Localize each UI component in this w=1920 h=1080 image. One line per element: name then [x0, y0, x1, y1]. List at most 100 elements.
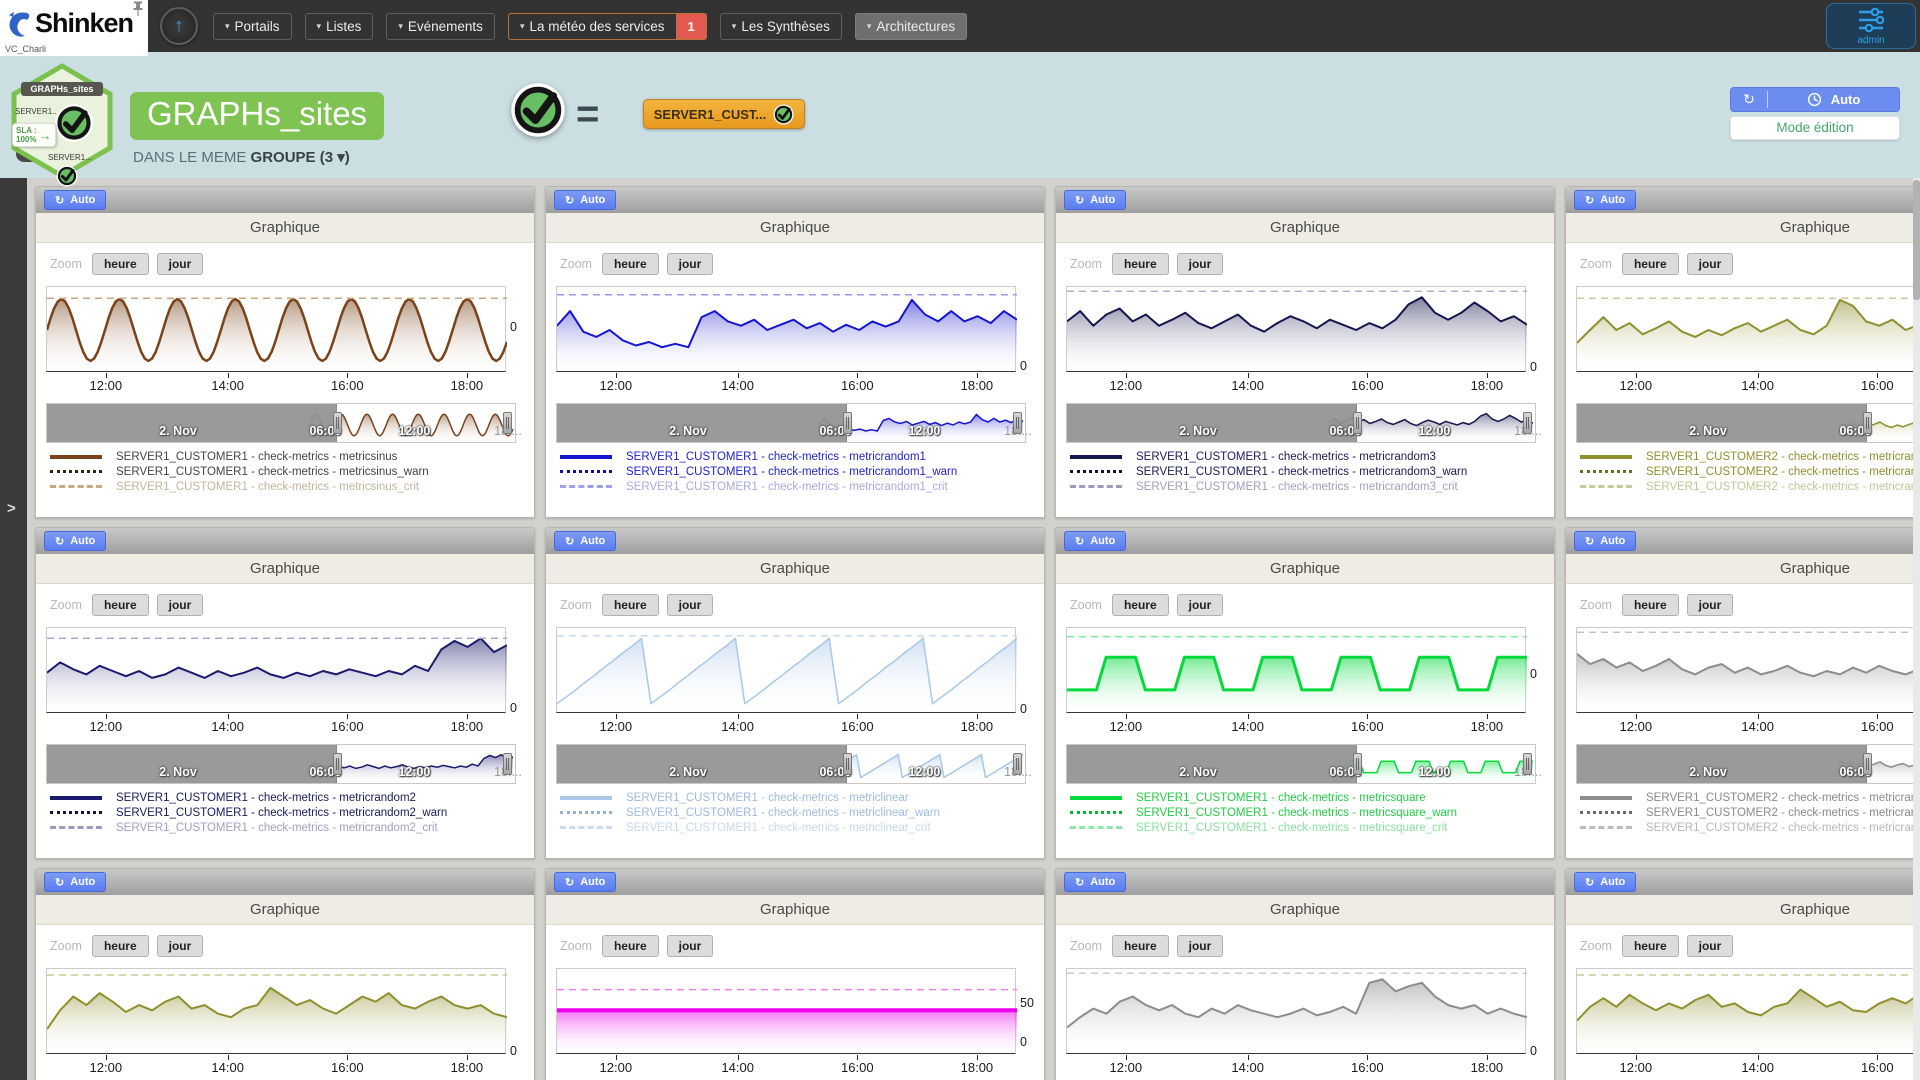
zoom-hour-button[interactable]: heure [1112, 935, 1169, 957]
zoom-day-button[interactable]: jour [157, 935, 204, 957]
zoom-day-button[interactable]: jour [667, 253, 714, 275]
chart-plot-area[interactable] [1066, 627, 1526, 713]
navigator-left-handle[interactable] [1863, 412, 1872, 434]
zoom-hour-button[interactable]: heure [92, 594, 149, 616]
zoom-hour-button[interactable]: heure [602, 935, 659, 957]
edit-mode-button[interactable]: Mode édition [1730, 116, 1900, 140]
panel-auto-refresh-button[interactable]: ↻ Auto [1574, 531, 1636, 551]
group-subtitle[interactable]: DANS LE MEME GROUPE (3 ▾) [133, 148, 350, 166]
navigator-left-handle[interactable] [1353, 753, 1362, 775]
legend-entry[interactable]: SERVER1_CUSTOMER2 - check-metrics - metr… [1580, 449, 1920, 464]
menu-button[interactable]: ▾Architectures [855, 13, 967, 40]
zoom-day-button[interactable]: jour [667, 935, 714, 957]
legend-entry[interactable]: SERVER1_CUSTOMER1 - check-metrics - metr… [1070, 805, 1548, 820]
logo-box[interactable]: Shinken VC_Charli [0, 0, 148, 56]
panel-auto-refresh-button[interactable]: ↻ Auto [1574, 190, 1636, 210]
chart-plot-area[interactable] [1576, 286, 1920, 372]
panel-auto-refresh-button[interactable]: ↻ Auto [1064, 190, 1126, 210]
legend-entry[interactable]: SERVER1_CUSTOMER1 - check-metrics - metr… [1070, 464, 1548, 479]
chart-navigator[interactable]: 2. Nov06:0012:0018:... [1576, 403, 1920, 443]
panel-auto-refresh-button[interactable]: ↻ Auto [44, 872, 106, 892]
chart-navigator[interactable]: 2. Nov06:0012:0018:... [1066, 744, 1536, 784]
zoom-hour-button[interactable]: heure [1622, 594, 1679, 616]
navigator-left-handle[interactable] [333, 412, 342, 434]
chart-plot-area[interactable] [1576, 968, 1920, 1054]
legend-entry[interactable]: SERVER1_CUSTOMER1 - check-metrics - metr… [50, 449, 528, 464]
navigator-left-handle[interactable] [1353, 412, 1362, 434]
legend-entry[interactable]: SERVER1_CUSTOMER2 - check-metrics - metr… [1580, 479, 1920, 494]
legend-entry[interactable]: SERVER1_CUSTOMER1 - check-metrics - metr… [1070, 790, 1548, 805]
chart-navigator[interactable]: 2. Nov06:0012:0018:... [556, 403, 1026, 443]
legend-entry[interactable]: SERVER1_CUSTOMER1 - check-metrics - metr… [50, 820, 528, 835]
chart-plot-area[interactable] [1066, 286, 1526, 372]
legend-entry[interactable]: SERVER1_CUSTOMER1 - check-metrics - metr… [560, 820, 1038, 835]
panel-auto-refresh-button[interactable]: ↻ Auto [554, 872, 616, 892]
zoom-day-button[interactable]: jour [1177, 253, 1224, 275]
auto-refresh-toggle[interactable]: ↻ Auto [1730, 87, 1900, 112]
chart-plot-area[interactable] [556, 627, 1016, 713]
panel-auto-refresh-button[interactable]: ↻ Auto [1574, 872, 1636, 892]
zoom-hour-button[interactable]: heure [1622, 253, 1679, 275]
navigator-right-handle[interactable] [1523, 412, 1532, 434]
legend-entry[interactable]: SERVER1_CUSTOMER1 - check-metrics - metr… [560, 479, 1038, 494]
chart-plot-area[interactable] [556, 286, 1016, 372]
scrollbar[interactable] [1913, 178, 1920, 1080]
navigator-left-handle[interactable] [333, 753, 342, 775]
zoom-hour-button[interactable]: heure [602, 253, 659, 275]
scrollbar-thumb[interactable] [1913, 180, 1920, 300]
legend-entry[interactable]: SERVER1_CUSTOMER1 - check-metrics - metr… [560, 449, 1038, 464]
navigator-left-handle[interactable] [1863, 753, 1872, 775]
zoom-day-button[interactable]: jour [157, 253, 204, 275]
chart-plot-area[interactable] [46, 627, 506, 713]
panel-auto-refresh-button[interactable]: ↻ Auto [44, 531, 106, 551]
chart-plot-area[interactable] [46, 286, 506, 372]
service-button[interactable]: SERVER1_CUST... [643, 99, 805, 129]
zoom-hour-button[interactable]: heure [92, 935, 149, 957]
group-hexagon-badge[interactable]: GRAPHs_sites SERVER1... SLA :100% → SERV… [6, 63, 118, 179]
zoom-day-button[interactable]: jour [1687, 935, 1734, 957]
menu-button[interactable]: ▾Listes [305, 13, 374, 40]
zoom-hour-button[interactable]: heure [1622, 935, 1679, 957]
menu-button[interactable]: ▾Portails [213, 13, 292, 40]
legend-entry[interactable]: SERVER1_CUSTOMER1 - check-metrics - metr… [1070, 820, 1548, 835]
navigator-right-handle[interactable] [1013, 412, 1022, 434]
navigator-right-handle[interactable] [503, 753, 512, 775]
zoom-day-button[interactable]: jour [1177, 935, 1224, 957]
legend-entry[interactable]: SERVER1_CUSTOMER2 - check-metrics - metr… [1580, 790, 1920, 805]
chart-plot-area[interactable] [46, 968, 506, 1054]
chart-navigator[interactable]: 2. Nov06:0012:0018:... [1576, 744, 1920, 784]
scroll-top-button[interactable]: ↑ [160, 7, 198, 45]
admin-button[interactable]: admin [1826, 3, 1916, 49]
menu-button[interactable]: ▾Evénements [386, 13, 495, 40]
zoom-hour-button[interactable]: heure [1112, 253, 1169, 275]
legend-entry[interactable]: SERVER1_CUSTOMER1 - check-metrics - metr… [1070, 479, 1548, 494]
navigator-left-handle[interactable] [843, 753, 852, 775]
page-title[interactable]: GRAPHs_sites [130, 92, 384, 140]
chart-plot-area[interactable] [556, 968, 1016, 1054]
zoom-day-button[interactable]: jour [1687, 253, 1734, 275]
menu-button[interactable]: ▾La météo des services [508, 13, 677, 40]
zoom-hour-button[interactable]: heure [92, 253, 149, 275]
legend-entry[interactable]: SERVER1_CUSTOMER1 - check-metrics - metr… [50, 805, 528, 820]
pin-icon[interactable] [131, 1, 145, 17]
navigator-right-handle[interactable] [503, 412, 512, 434]
legend-entry[interactable]: SERVER1_CUSTOMER2 - check-metrics - metr… [1580, 805, 1920, 820]
sidebar-expander[interactable]: > [7, 500, 16, 517]
panel-auto-refresh-button[interactable]: ↻ Auto [554, 531, 616, 551]
panel-auto-refresh-button[interactable]: ↻ Auto [44, 190, 106, 210]
zoom-hour-button[interactable]: heure [1112, 594, 1169, 616]
legend-entry[interactable]: SERVER1_CUSTOMER1 - check-metrics - metr… [560, 464, 1038, 479]
menu-button[interactable]: ▾Les Synthèses [720, 13, 842, 40]
navigator-right-handle[interactable] [1013, 753, 1022, 775]
panel-auto-refresh-button[interactable]: ↻ Auto [1064, 872, 1126, 892]
zoom-hour-button[interactable]: heure [602, 594, 659, 616]
chart-navigator[interactable]: 2. Nov06:0012:0018:... [46, 744, 516, 784]
chart-navigator[interactable]: 2. Nov06:0012:0018:... [1066, 403, 1536, 443]
panel-auto-refresh-button[interactable]: ↻ Auto [1064, 531, 1126, 551]
legend-entry[interactable]: SERVER1_CUSTOMER1 - check-metrics - metr… [50, 790, 528, 805]
chart-navigator[interactable]: 2. Nov06:0012:0018:... [556, 744, 1026, 784]
chart-plot-area[interactable] [1576, 627, 1920, 713]
legend-entry[interactable]: SERVER1_CUSTOMER1 - check-metrics - metr… [50, 479, 528, 494]
navigator-right-handle[interactable] [1523, 753, 1532, 775]
chart-navigator[interactable]: 2. Nov06:0012:0018:... [46, 403, 516, 443]
